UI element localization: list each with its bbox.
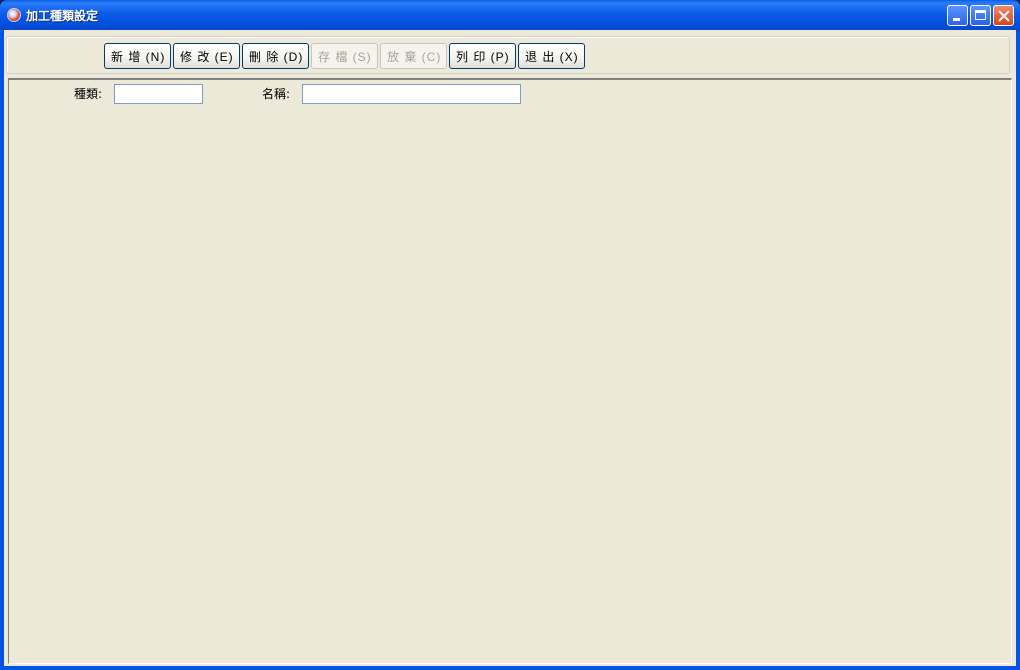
type-input[interactable]	[114, 84, 203, 104]
minimize-button[interactable]	[947, 5, 968, 26]
cancel-button[interactable]: 放 棄 (C)	[380, 43, 447, 69]
save-button[interactable]: 存 檔 (S)	[311, 43, 378, 69]
delete-button[interactable]: 刪 除 (D)	[242, 43, 309, 69]
name-label: 名稱:	[262, 87, 291, 101]
application-window: 加工種類設定 新 增 (N) 修 改 (E) 刪 除 (D) 存 檔 (S) 放…	[0, 0, 1020, 670]
new-button[interactable]: 新 增 (N)	[104, 43, 171, 69]
form-panel: 種類: 名稱:	[8, 78, 1012, 664]
maximize-button[interactable]	[970, 5, 991, 26]
edit-button[interactable]: 修 改 (E)	[173, 43, 240, 69]
window-title: 加工種類設定	[26, 9, 99, 23]
exit-button[interactable]: 退 出 (X)	[518, 43, 585, 69]
name-input[interactable]	[302, 84, 521, 104]
client-area: 新 增 (N) 修 改 (E) 刪 除 (D) 存 檔 (S) 放 棄 (C) …	[4, 30, 1016, 666]
app-icon[interactable]	[7, 8, 21, 22]
title-bar[interactable]: 加工種類設定	[0, 0, 1020, 30]
type-label: 種類:	[74, 87, 103, 101]
toolbar: 新 增 (N) 修 改 (E) 刪 除 (D) 存 檔 (S) 放 棄 (C) …	[6, 36, 1010, 74]
close-button[interactable]	[993, 5, 1014, 26]
print-button[interactable]: 列 印 (P)	[449, 43, 516, 69]
